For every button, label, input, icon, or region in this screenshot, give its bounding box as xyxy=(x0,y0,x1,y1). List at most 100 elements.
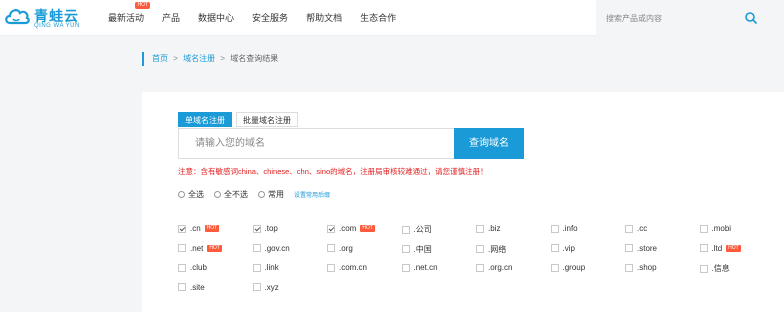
nav-item-ecosystem[interactable]: 生态合作 xyxy=(360,0,396,36)
suffix-checkbox-item[interactable]: .公司 xyxy=(401,224,432,235)
search-input[interactable] xyxy=(606,10,746,26)
suffix-label: .link xyxy=(264,263,279,272)
checkbox[interactable] xyxy=(550,244,559,252)
suffix-label: .club xyxy=(190,263,207,272)
suffix-checkbox-item[interactable]: .top xyxy=(252,224,278,233)
suffix-checkbox-item[interactable]: .vip xyxy=(550,244,575,253)
checkbox[interactable] xyxy=(625,224,633,233)
checkbox[interactable] xyxy=(178,283,186,291)
checkbox[interactable] xyxy=(699,244,708,252)
domain-search-panel: 单域名注册 批量域名注册 查询域名 注意：含有敏感词china、chinese、… xyxy=(142,92,784,312)
breadcrumb-home[interactable]: 首页 xyxy=(152,54,168,63)
suffix-label: .org.cn xyxy=(488,263,513,272)
suffix-label: .ltd xyxy=(711,243,723,253)
suffix-checkbox-item[interactable]: .info xyxy=(550,224,578,233)
nav-item-label: 生态合作 xyxy=(360,13,397,23)
suffix-label: .site xyxy=(190,282,205,292)
radio-label: 常用 xyxy=(268,190,284,199)
suffix-checkbox-item[interactable]: .link xyxy=(252,263,279,272)
main-nav: 最新活动 HOT 产品 数据中心 安全服务 帮助文档 生态合作 xyxy=(108,0,414,36)
suffix-label: .org xyxy=(339,243,353,253)
suffix-checkbox-item[interactable]: .biz xyxy=(476,224,500,233)
checkbox[interactable] xyxy=(476,224,484,233)
suffix-checkbox-item[interactable]: .cc xyxy=(625,224,647,233)
suffix-checkbox-item[interactable]: .org.cn xyxy=(476,263,512,272)
checkbox[interactable] xyxy=(252,263,261,272)
checkbox[interactable] xyxy=(550,224,559,233)
checkbox-checked[interactable] xyxy=(252,224,261,233)
radio-select-all[interactable]: 全选 xyxy=(178,189,204,200)
nav-item-latest-activity[interactable]: 最新活动 HOT xyxy=(108,0,151,36)
suffix-checkbox-item[interactable]: .net HOT xyxy=(178,244,222,253)
hot-badge: HOT xyxy=(135,2,151,9)
radio-circle xyxy=(178,191,185,198)
suffix-checkbox-item[interactable]: .site xyxy=(178,283,205,292)
suffix-checkbox-item[interactable]: .com HOT xyxy=(327,224,375,233)
nav-item-help-docs[interactable]: 帮助文档 xyxy=(306,0,342,36)
checkbox-checked[interactable] xyxy=(178,224,186,233)
suffix-checkbox-item[interactable]: .group xyxy=(550,263,586,272)
domain-input[interactable] xyxy=(178,128,454,159)
checkbox[interactable] xyxy=(699,264,708,273)
breadcrumb-domain-register[interactable]: 域名注册 xyxy=(183,54,215,63)
checkbox[interactable] xyxy=(401,263,410,272)
checkbox[interactable] xyxy=(401,225,410,234)
tab-single-domain[interactable]: 单域名注册 xyxy=(178,112,232,127)
suffix-label: .xyz xyxy=(264,282,279,292)
hot-badge: HOT xyxy=(207,244,222,252)
radio-select-common[interactable]: 常用 xyxy=(258,189,284,200)
checkbox[interactable] xyxy=(476,263,484,272)
suffix-label: .group xyxy=(562,263,586,272)
checkbox-checked[interactable] xyxy=(327,224,335,233)
breadcrumb-separator: > xyxy=(220,54,226,63)
suffix-label: .store xyxy=(637,243,658,253)
suffix-label: .net xyxy=(190,243,204,253)
checkbox[interactable] xyxy=(178,263,186,272)
radio-select-none[interactable]: 全不选 xyxy=(214,189,248,200)
checkbox[interactable] xyxy=(476,245,484,253)
suffix-checkbox-item[interactable]: .cn HOT xyxy=(178,224,220,233)
checkbox[interactable] xyxy=(327,263,335,272)
suffix-checkbox-item[interactable]: .club xyxy=(178,263,207,272)
suffix-checkbox-item[interactable]: .mobi xyxy=(699,224,732,233)
suffix-label: .net.cn xyxy=(413,263,438,272)
suffix-checkbox-item[interactable]: .ltd HOT xyxy=(699,243,741,253)
suffix-checkbox-item[interactable]: .网络 xyxy=(476,244,506,255)
suffix-checkbox-item[interactable]: .net.cn xyxy=(401,263,438,272)
nav-item-products[interactable]: 产品 xyxy=(162,0,180,36)
suffix-checkbox-item[interactable]: .中国 xyxy=(401,244,432,255)
suffix-checkbox-item[interactable]: .信息 xyxy=(699,263,730,274)
search-icon[interactable] xyxy=(744,11,758,25)
select-options: 全选 全不选 常用 设置常用后缀 xyxy=(178,189,330,200)
radio-label: 全选 xyxy=(188,190,204,199)
cloud-logo-icon xyxy=(5,9,30,25)
suffix-checkbox-item[interactable]: .xyz xyxy=(252,282,279,292)
suffix-checkbox-item[interactable]: .store xyxy=(625,244,657,253)
nav-item-data-center[interactable]: 数据中心 xyxy=(198,0,234,36)
checkbox[interactable] xyxy=(252,283,261,291)
checkbox[interactable] xyxy=(550,263,559,272)
suffix-checkbox-item[interactable]: .com.cn xyxy=(327,263,367,272)
checkbox[interactable] xyxy=(252,244,261,252)
suffix-checkbox-item[interactable]: .gov.cn xyxy=(252,244,290,253)
sensitive-word-notice: 注意：含有敏感词china、chinese、chn、sino的域名，注册局审核较… xyxy=(178,167,488,176)
logo[interactable]: 青蛙云 QING WA YUN xyxy=(4,4,88,32)
set-common-suffix-link[interactable]: 设置常用后缀 xyxy=(294,190,330,199)
checkbox[interactable] xyxy=(625,263,633,272)
breadcrumb: 首页 > 域名注册 > 域名查询结果 xyxy=(142,52,278,66)
suffix-label: .中国 xyxy=(413,244,432,254)
suffix-checkbox-item[interactable]: .shop xyxy=(625,263,657,272)
breadcrumb-current: 域名查询结果 xyxy=(230,54,279,63)
checkbox[interactable] xyxy=(401,245,410,253)
checkbox[interactable] xyxy=(699,224,708,233)
query-domain-button[interactable]: 查询域名 xyxy=(454,128,524,159)
suffix-checkbox-item[interactable]: .org xyxy=(327,244,353,253)
checkbox[interactable] xyxy=(625,244,633,252)
nav-item-label: 安全服务 xyxy=(252,13,289,23)
suffix-label: .mobi xyxy=(711,224,732,233)
tab-batch-domain[interactable]: 批量域名注册 xyxy=(236,112,298,127)
checkbox[interactable] xyxy=(327,244,335,252)
nav-item-security[interactable]: 安全服务 xyxy=(252,0,288,36)
nav-item-label: 产品 xyxy=(162,13,181,23)
checkbox[interactable] xyxy=(178,244,186,252)
